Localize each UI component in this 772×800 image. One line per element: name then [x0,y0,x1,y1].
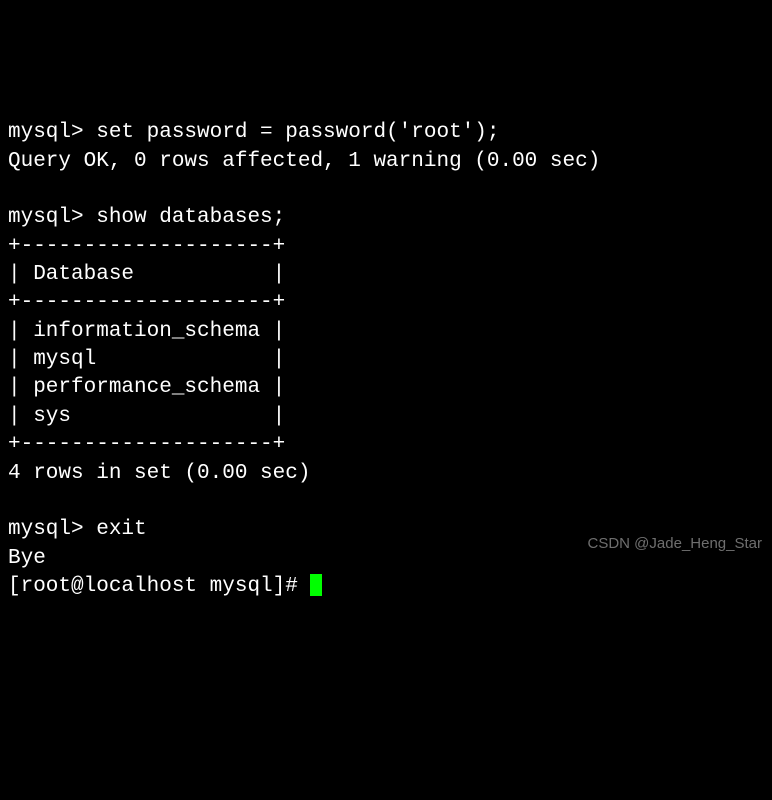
table-row: | mysql | [8,348,285,371]
command-exit: exit [96,518,146,541]
bye-message: Bye [8,547,46,570]
table-row: | sys | [8,405,285,428]
cursor [310,574,322,596]
table-border: +--------------------+ [8,235,285,258]
command-show-databases: show databases; [96,206,285,229]
table-border: +--------------------+ [8,291,285,314]
table-row: | information_schema | [8,320,285,343]
query-result: 4 rows in set (0.00 sec) [8,462,310,485]
mysql-prompt: mysql> [8,121,96,144]
shell-prompt[interactable]: [root@localhost mysql]# [8,575,310,598]
command-set-password: set password = password('root'); [96,121,499,144]
terminal-output: mysql> set password = password('root'); … [8,119,764,601]
table-row: | performance_schema | [8,376,285,399]
mysql-prompt: mysql> [8,206,96,229]
query-result: Query OK, 0 rows affected, 1 warning (0.… [8,150,600,173]
mysql-prompt: mysql> [8,518,96,541]
table-header: | Database | [8,263,285,286]
watermark: CSDN @Jade_Heng_Star [588,534,762,554]
table-border: +--------------------+ [8,433,285,456]
